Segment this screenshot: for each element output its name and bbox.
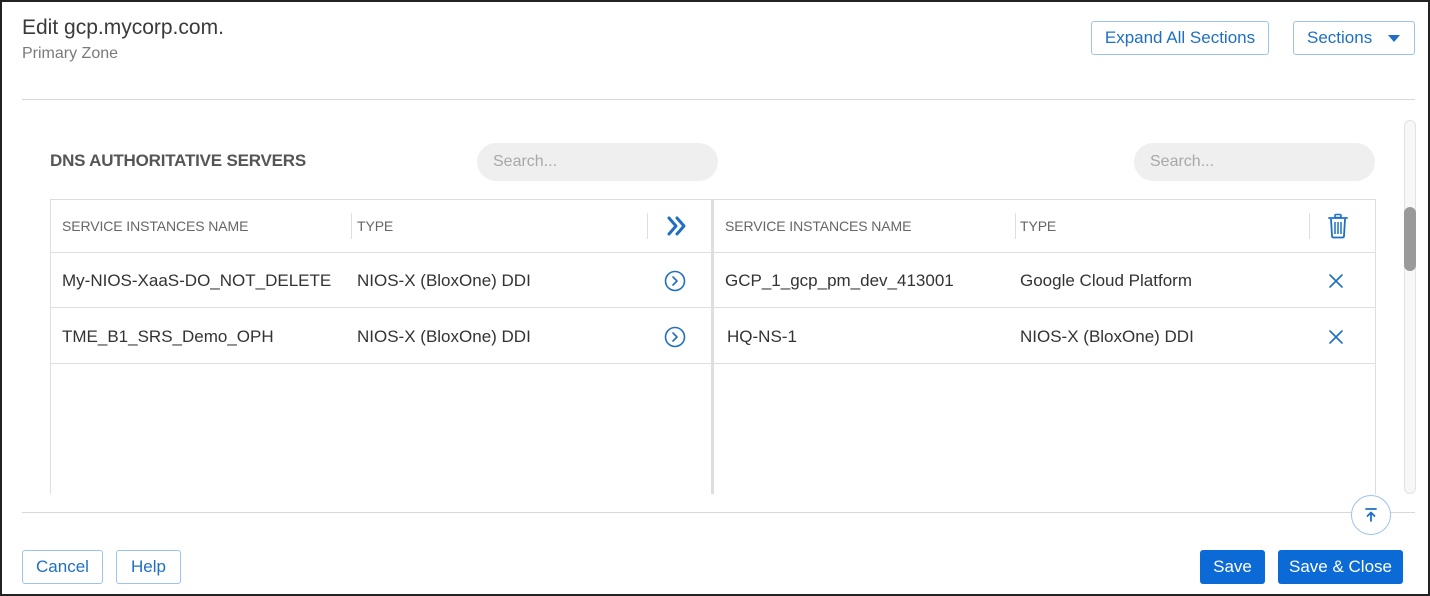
column-header-type: TYPE (1020, 218, 1057, 234)
edit-zone-dialog: Edit gcp.mycorp.com. Primary Zone Expand… (0, 0, 1430, 596)
close-icon (1329, 330, 1343, 344)
trash-icon (1328, 213, 1348, 239)
instance-type: Google Cloud Platform (1020, 271, 1192, 290)
footer-divider (22, 512, 1415, 513)
arrow-to-top-icon (1365, 508, 1377, 522)
double-chevron-right-icon (667, 216, 686, 236)
save-button[interactable]: Save (1200, 550, 1265, 584)
scrollbar-track[interactable] (1404, 120, 1416, 494)
scrollbar-thumb[interactable] (1404, 207, 1416, 271)
table-row: GCP_1_gcp_pm_dev_413001 Google Cloud Pla… (714, 253, 1375, 308)
save-and-close-button[interactable]: Save & Close (1278, 550, 1403, 584)
cancel-button[interactable]: Cancel (22, 550, 103, 584)
add-instance-button[interactable] (663, 269, 687, 293)
instance-name: My-NIOS-XaaS-DO_NOT_DELETE (62, 271, 332, 290)
instance-type: NIOS-X (BloxOne) DDI (357, 327, 531, 346)
column-divider (351, 213, 352, 239)
close-icon (1329, 274, 1343, 288)
remove-instance-button[interactable] (1326, 271, 1346, 291)
circle-chevron-right-icon (664, 270, 686, 292)
instance-name: TME_B1_SRS_Demo_OPH (62, 327, 274, 346)
table-row: TME_B1_SRS_Demo_OPH NIOS-X (BloxOne) DDI (51, 309, 711, 364)
available-instances-table: SERVICE INSTANCES NAME TYPE My-NIOS-XaaS… (50, 199, 712, 494)
table-header: SERVICE INSTANCES NAME TYPE (51, 200, 711, 253)
add-all-button[interactable] (663, 213, 691, 239)
help-label: Help (131, 557, 166, 576)
column-header-type: TYPE (357, 218, 394, 234)
add-instance-button[interactable] (663, 325, 687, 349)
column-divider (1309, 213, 1310, 239)
table-header: SERVICE INSTANCES NAME TYPE (714, 200, 1375, 253)
sections-dropdown-button[interactable]: Sections (1293, 21, 1415, 55)
caret-down-icon (1388, 35, 1400, 42)
cancel-label: Cancel (36, 557, 89, 576)
scroll-to-top-button[interactable] (1351, 495, 1391, 535)
left-search-input[interactable] (477, 143, 718, 181)
expand-all-sections-label: Expand All Sections (1104, 28, 1256, 47)
section-title: DNS AUTHORITATIVE SERVERS (50, 151, 307, 170)
instance-name: GCP_1_gcp_pm_dev_413001 (725, 271, 954, 290)
column-divider (1015, 213, 1016, 239)
page-subtitle: Primary Zone (22, 45, 119, 62)
sections-label: Sections (1307, 28, 1373, 47)
instance-type: NIOS-X (BloxOne) DDI (1020, 327, 1194, 346)
save-label: Save (1213, 557, 1252, 576)
expand-all-sections-button[interactable]: Expand All Sections (1091, 21, 1269, 55)
circle-chevron-right-icon (664, 326, 686, 348)
page-title: Edit gcp.mycorp.com. (22, 16, 224, 39)
table-row: HQ-NS-1 NIOS-X (BloxOne) DDI (714, 309, 1375, 364)
save-and-close-label: Save & Close (1289, 557, 1392, 576)
column-header-name: SERVICE INSTANCES NAME (725, 218, 912, 234)
table-row: My-NIOS-XaaS-DO_NOT_DELETE NIOS-X (BloxO… (51, 253, 711, 308)
right-search-input[interactable] (1134, 143, 1375, 181)
selected-instances-table: SERVICE INSTANCES NAME TYPE GCP_1_gcp_pm… (712, 199, 1376, 494)
remove-instance-button[interactable] (1326, 327, 1346, 347)
instance-name: HQ-NS-1 (727, 327, 797, 346)
header-divider (22, 99, 1415, 100)
remove-all-button[interactable] (1326, 213, 1350, 239)
column-header-name: SERVICE INSTANCES NAME (62, 218, 249, 234)
help-button[interactable]: Help (116, 550, 181, 584)
instance-type: NIOS-X (BloxOne) DDI (357, 271, 531, 290)
column-divider (647, 213, 648, 239)
